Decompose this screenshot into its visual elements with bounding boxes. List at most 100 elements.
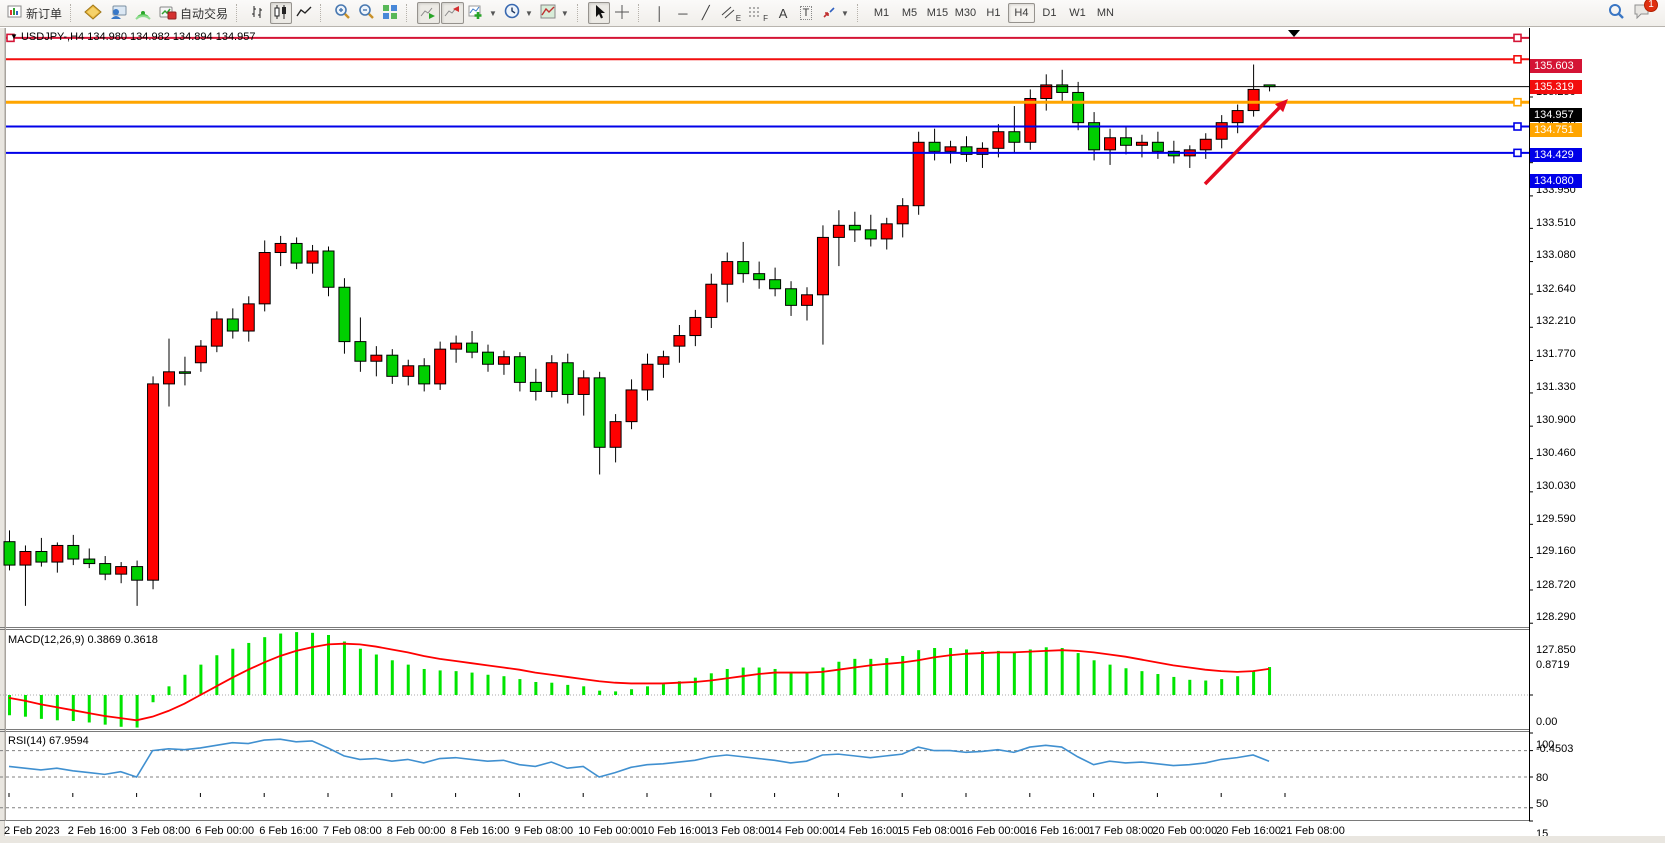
candlesticks [4,65,1275,606]
candle-body [371,355,382,361]
line-handle[interactable] [1514,56,1521,63]
ohlc-low: 134.894 [173,31,213,43]
chevron-down-icon: ▼ [525,9,533,18]
candle-body [722,262,733,285]
price-chart-canvas[interactable] [0,28,1665,843]
candle-body [817,237,828,294]
zoom-out-button[interactable] [355,2,378,24]
chart-dropdown-icon[interactable]: ▼ [10,32,18,41]
candle-body [1200,139,1211,150]
channel-button[interactable]: E [718,2,744,24]
signals-button[interactable] [131,2,155,24]
cursor-button[interactable] [588,2,610,24]
candle-body [674,336,685,347]
auto-scroll-button[interactable] [417,2,440,24]
trendline-icon: ╱ [702,5,710,21]
new-order-button[interactable]: 新订单 [4,2,65,24]
strategy-tester-button[interactable] [106,2,130,24]
new-order-label: 新订单 [26,5,62,22]
chart-area[interactable]: ▼ USDJPY-,H4 134.980 134.982 134.894 134… [0,28,1665,843]
search-icon[interactable] [1607,2,1625,25]
macd-axis-max: 0.8719 [1536,659,1570,671]
candle-body [546,363,557,392]
vertical-line-button[interactable]: │ [649,2,671,24]
candle-body [36,551,47,562]
text-button[interactable]: A [772,2,794,24]
candle-body [897,206,908,224]
tab-timeframe-MN[interactable]: MN [1092,3,1119,23]
line-handle[interactable] [1514,149,1521,156]
candle-body [387,355,398,376]
candle-body [164,372,175,384]
periods-button[interactable]: ▼ [501,2,536,24]
candle-body [738,262,749,274]
candlestick-chart-button[interactable] [270,2,292,24]
line-handle[interactable] [1514,123,1521,130]
tab-timeframe-M15[interactable]: M15 [924,3,951,23]
text-icon: A [779,6,788,21]
toolbar-grip [406,4,413,22]
candle-body [84,559,95,564]
line-chart-button[interactable] [293,2,315,24]
line-handle[interactable] [1514,99,1521,106]
price-tick-label: 128.290 [1536,611,1576,623]
tab-timeframe-H4[interactable]: H4 [1008,3,1035,23]
tab-timeframe-D1[interactable]: D1 [1036,3,1063,23]
fibonacci-button[interactable]: F [745,2,771,24]
toolbar-grip [70,4,77,22]
candle-body [275,243,286,252]
metaeditor-button[interactable] [81,2,105,24]
chevron-down-icon: ▼ [561,9,569,18]
candle-body [562,363,573,395]
candle-body [706,284,717,317]
candle-body [403,366,414,377]
price-tick-label: 128.720 [1536,579,1576,591]
price-tick-label: 130.030 [1536,480,1576,492]
vertical-line-icon: │ [656,6,664,21]
autotrading-button[interactable]: 自动交易 [156,2,231,24]
channel-e-glyph: E [736,14,741,23]
tile-windows-button[interactable] [379,2,401,24]
arrows-icon [821,5,837,22]
candle-body [833,225,844,237]
tab-timeframe-M30[interactable]: M30 [952,3,979,23]
candle-body [1248,89,1259,110]
tab-timeframe-M5[interactable]: M5 [896,3,923,23]
price-tick-label: 132.640 [1536,283,1576,295]
price-tick-label: 131.330 [1536,381,1576,393]
candle-body [419,366,430,384]
toolbar-grip [857,4,864,22]
notifications-icon[interactable]: 1 [1633,3,1651,24]
crosshair-button[interactable] [611,2,633,24]
candle-body [498,357,509,365]
auto-scroll-icon [420,4,437,23]
candle-body [323,251,334,287]
arrows-button[interactable]: ▼ [818,2,852,24]
chart-shift-button[interactable] [441,2,464,24]
candle-body [865,230,876,239]
tab-timeframe-H1[interactable]: H1 [980,3,1007,23]
line-chart-icon [296,4,312,23]
zoom-in-button[interactable] [331,2,354,24]
candle-body [52,545,63,562]
templates-button[interactable]: ▼ [537,2,572,24]
candle-body [179,372,190,374]
autotrading-icon [159,4,177,23]
trendline-button[interactable]: ╱ [695,2,717,24]
text-label-button[interactable]: T [795,2,817,24]
candle-body [514,357,525,383]
chart-shift-marker[interactable] [1288,30,1300,37]
tab-timeframe-M1[interactable]: M1 [868,3,895,23]
candle-body [802,295,813,306]
candle-body [243,304,254,331]
bar-chart-button[interactable] [247,2,269,24]
indicators-button[interactable]: ▼ [465,2,500,24]
chart-title: ▼ USDJPY-,H4 134.980 134.982 134.894 134… [10,31,255,43]
tab-timeframe-W1[interactable]: W1 [1064,3,1091,23]
horizontal-line-button[interactable]: ─ [672,2,694,24]
line-handle[interactable] [1514,34,1521,41]
crosshair-icon [614,4,630,23]
window-bottom-edge [0,836,1665,843]
candlestick-chart-icon [273,4,289,23]
candle-body [148,384,159,580]
